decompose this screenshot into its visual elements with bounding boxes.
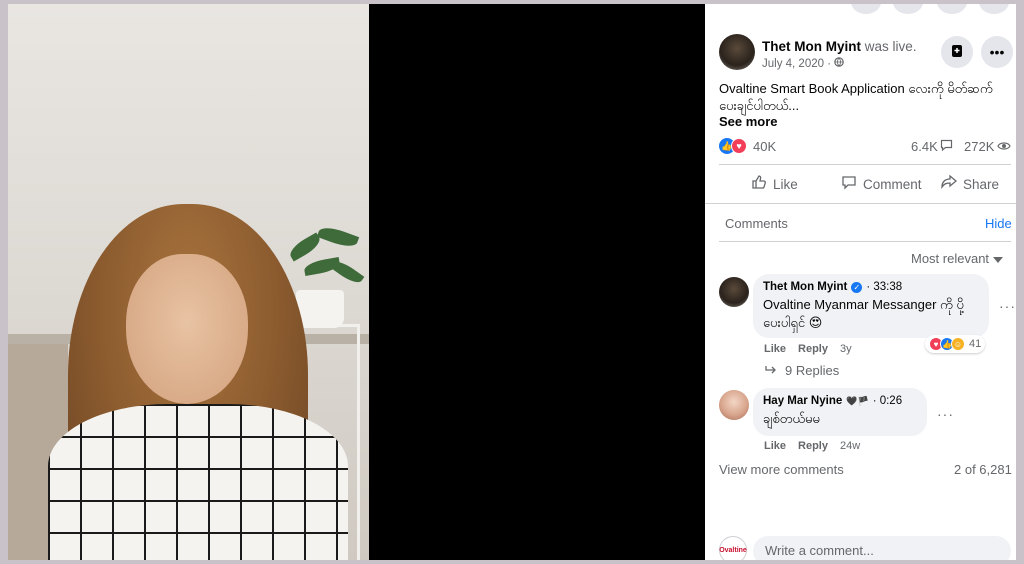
toolbar-button[interactable] <box>851 4 881 14</box>
share-button[interactable]: Share <box>941 174 999 194</box>
comment-reply-link[interactable]: Reply <box>798 343 828 355</box>
reply-arrow-icon <box>765 363 777 378</box>
post-side-panel: Thet Mon Myint was live. July 4, 2020 · … <box>705 4 1016 560</box>
comment-actions: Like Reply 3y <box>764 343 852 355</box>
comment-count[interactable]: 6.4K <box>911 139 953 154</box>
comment-age[interactable]: 3y <box>840 343 852 355</box>
plant-leaf <box>329 257 365 287</box>
eye-icon <box>997 139 1012 154</box>
sort-label: Most relevant <box>911 251 990 266</box>
plant-pot <box>296 290 344 328</box>
comment-like-link[interactable]: Like <box>764 343 786 355</box>
toolbar-button[interactable] <box>979 4 1009 14</box>
comment-sort-dropdown[interactable]: Most relevant <box>911 251 1004 266</box>
commenter-name[interactable]: Thet Mon Myint <box>763 281 847 293</box>
caret-down-icon <box>993 251 1004 266</box>
comment-age[interactable]: 24w <box>840 440 860 452</box>
commenter-avatar[interactable] <box>719 277 749 307</box>
verified-badge-icon: ✓ <box>851 281 863 293</box>
live-video-player[interactable] <box>8 4 705 560</box>
post-author: Thet Mon Myint was live. <box>762 39 917 54</box>
comment-icon <box>841 174 857 194</box>
like-button[interactable]: Like <box>751 174 798 194</box>
person-face <box>126 254 248 404</box>
comment-header: Hay Mar Nyine 🖤🏴 · 0:26 <box>763 395 917 407</box>
commenter-name[interactable]: Hay Mar Nyine <box>763 395 842 407</box>
comment-button[interactable]: Comment <box>841 174 922 194</box>
thumbs-up-icon <box>751 174 767 194</box>
divider <box>719 241 1011 242</box>
person-shirt <box>48 404 348 560</box>
save-post-button[interactable] <box>941 36 973 68</box>
comment-like-link[interactable]: Like <box>764 440 786 452</box>
author-avatar[interactable] <box>719 34 755 70</box>
bookmark-icon <box>951 44 963 61</box>
care-reaction-icon: ☺ <box>951 337 965 351</box>
comment-bubble-icon <box>940 139 953 154</box>
author-name-link[interactable]: Thet Mon Myint <box>762 39 861 54</box>
comment-bubble: Hay Mar Nyine 🖤🏴 · 0:26 ချစ်တယ်မမ <box>753 388 927 436</box>
comment-time: 33:38 <box>873 281 903 293</box>
comment-text: Ovaltine Myanmar Messanger ကို ပို့ပေးပါ… <box>763 297 964 330</box>
comments-heading: Comments <box>725 216 788 231</box>
comment-count-value: 6.4K <box>911 139 938 154</box>
see-more-link[interactable]: See more <box>719 114 778 129</box>
toolbar-button[interactable] <box>893 4 923 14</box>
love-reaction-icon: ♥ <box>731 138 747 154</box>
comment-timestamp[interactable]: · 33:38 <box>866 281 902 293</box>
comment-label: Comment <box>863 176 922 192</box>
view-replies-link[interactable]: 9 Replies <box>765 363 839 378</box>
view-more-comments-link[interactable]: View more comments <box>719 462 844 477</box>
write-comment-placeholder: Write a comment... <box>765 543 874 558</box>
comment-options-icon[interactable]: ··· <box>999 298 1016 314</box>
divider <box>719 164 1011 165</box>
like-label: Like <box>773 176 798 192</box>
share-label: Share <box>963 176 1000 192</box>
comment-bubble: Thet Mon Myint ✓ · 33:38 Ovaltine Myanma… <box>753 274 989 338</box>
brand-logo-text: Ovaltine <box>719 546 747 554</box>
more-options-icon: ••• <box>989 44 1005 60</box>
comment-reaction-count: 41 <box>969 338 982 350</box>
divider <box>705 203 1016 204</box>
comment-header: Thet Mon Myint ✓ · 33:38 <box>763 281 979 293</box>
reaction-count[interactable]: 40K <box>753 139 776 154</box>
more-options-button[interactable]: ••• <box>981 36 1013 68</box>
comment-time: 0:26 <box>879 395 903 407</box>
view-count-value: 272K <box>964 139 995 154</box>
comment-reactions[interactable]: ♥ 👍 ☺ 41 <box>925 335 986 353</box>
post-stats: 👍 ♥ 40K 6.4K 272K <box>719 137 1012 157</box>
write-comment-input[interactable]: Write a comment... <box>753 536 1011 560</box>
comments-shown-count: 2 of 6,281 <box>954 462 1012 477</box>
window-edge <box>1016 0 1024 564</box>
comment-text: ချစ်တယ်မမ <box>763 411 820 426</box>
view-count: 272K <box>964 139 1012 154</box>
hide-comments-link[interactable]: Hide <box>985 216 1012 231</box>
commenter-avatar[interactable] <box>719 390 749 420</box>
video-frame-image <box>8 4 369 560</box>
author-status: was live. <box>864 39 917 54</box>
comment-reply-link[interactable]: Reply <box>798 440 828 452</box>
top-toolbar <box>705 4 1016 14</box>
replies-label: 9 Replies <box>785 363 840 378</box>
post-date: July 4, 2020 · <box>762 57 844 70</box>
plant-leaf <box>316 223 360 251</box>
app-frame: Thet Mon Myint was live. July 4, 2020 · … <box>0 0 1024 564</box>
comment-options-icon[interactable]: ··· <box>937 406 954 422</box>
globe-icon <box>834 57 844 70</box>
comment-actions: Like Reply 24w <box>764 440 860 452</box>
current-user-avatar[interactable]: Ovaltine <box>719 536 747 560</box>
toolbar-button[interactable] <box>937 4 967 14</box>
post-date-text[interactable]: July 4, 2020 · <box>762 58 831 70</box>
comment-timestamp[interactable]: · 0:26 <box>873 395 902 407</box>
commenter-badge: 🖤🏴 <box>846 395 869 406</box>
post-description: Ovaltine Smart Book Application လေးကို မ… <box>719 81 993 113</box>
share-icon <box>941 174 958 194</box>
